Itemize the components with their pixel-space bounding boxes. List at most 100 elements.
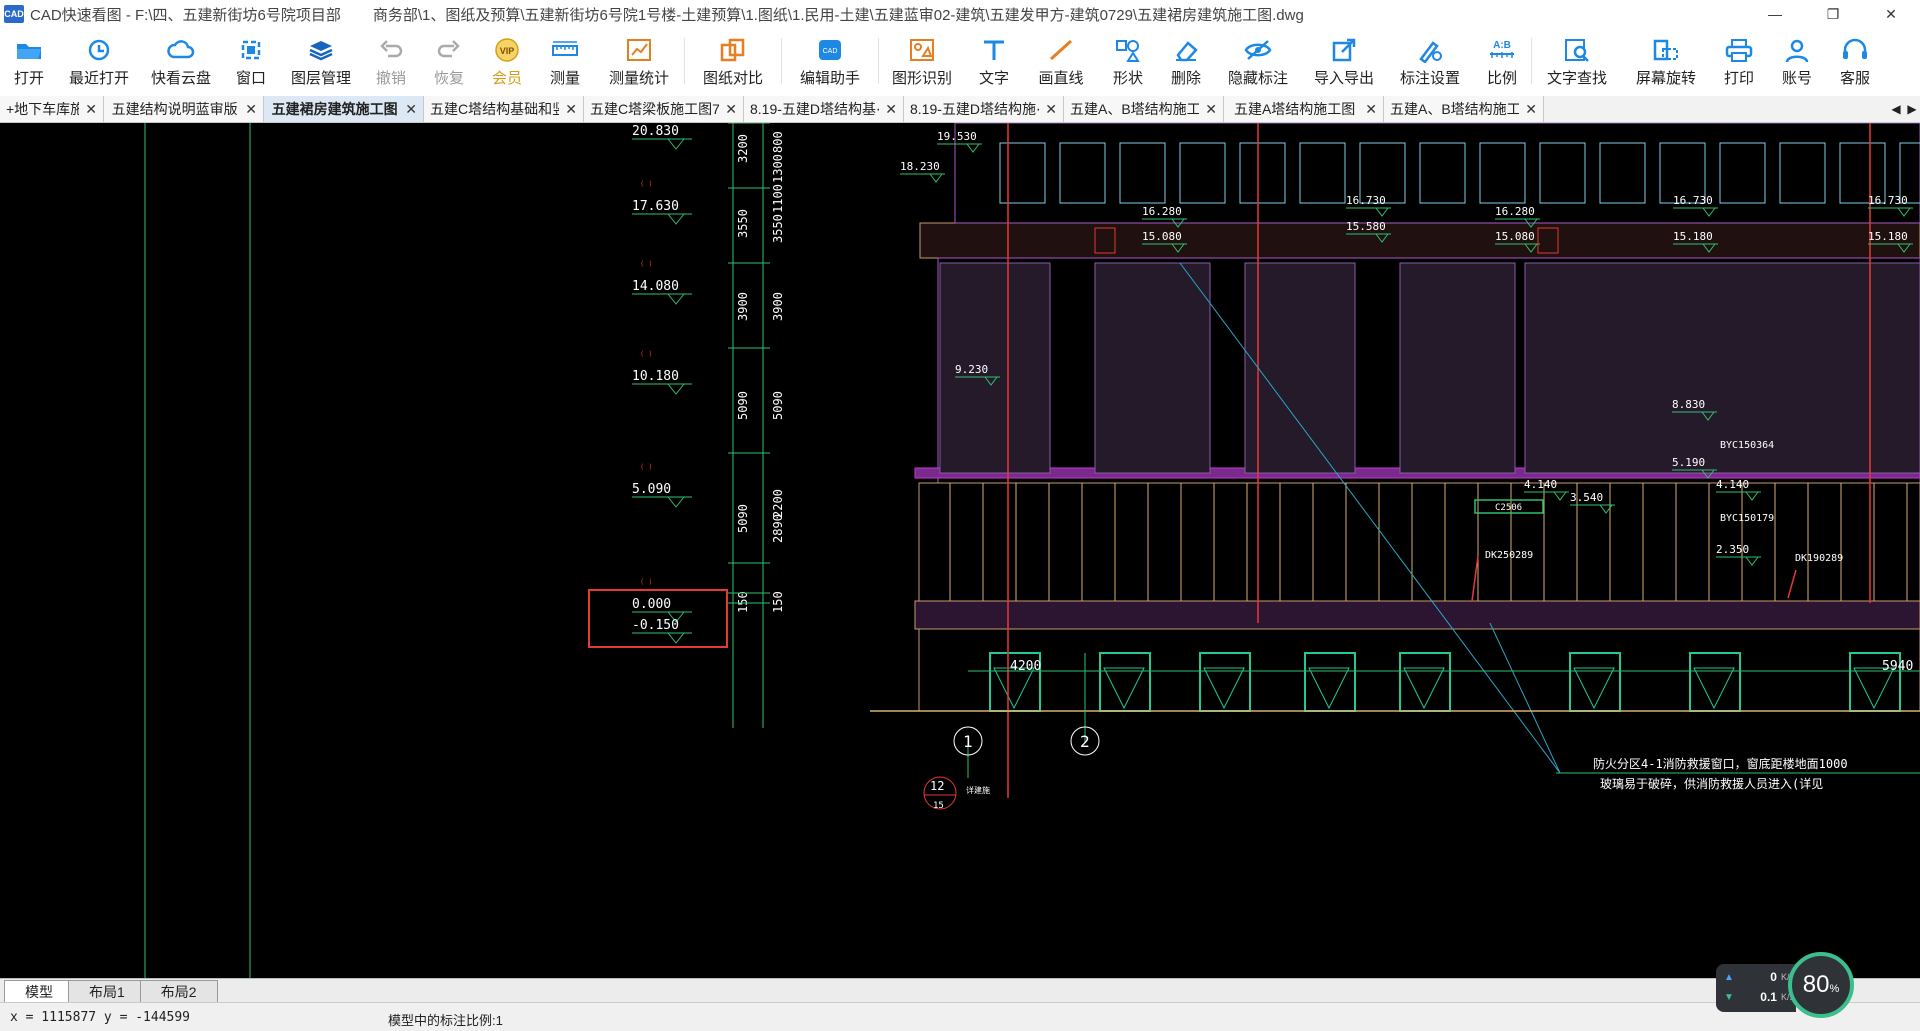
shape-recognize-icon [905,36,939,64]
toolbar-clock-history-button[interactable]: 最近打开 [58,28,140,88]
memory-usage-gauge[interactable]: 80% [1788,952,1854,1018]
window-file-path: 商务部\1、图纸及预算\五建新街坊6号院1号楼-土建预算\1.图纸\1.民用-土… [372,6,1304,24]
tag-label: DK190289 [1795,553,1843,564]
toolbar-account-button[interactable]: 账号 [1768,28,1826,88]
shape-icon [1111,36,1145,64]
toolbar-hide-annotation-button[interactable]: 隐藏标注 [1215,28,1301,88]
tab-close-icon[interactable]: ✕ [1525,101,1537,118]
window-frame [1479,142,1526,204]
toolbar-measure-stats-button[interactable]: 测量统计 [594,28,684,88]
toolbar-label: 会员 [491,70,522,87]
close-window-button[interactable]: ✕ [1862,0,1920,28]
svg-text:CAD: CAD [823,48,838,55]
import-export-icon [1327,36,1361,64]
document-tab[interactable]: +地下车库施⋯ ✕ [0,96,104,122]
window-frame [1299,142,1346,204]
elevation-label: 16.280 [1142,205,1182,218]
toolbar-window-button[interactable]: 窗口 [222,28,280,88]
layout-tabs: 模型 布局1 布局2 [0,978,1920,1003]
tab-next-icon[interactable]: ▶ [1907,102,1916,116]
toolbar-label: 形状 [1112,70,1143,87]
toolbar-line-button[interactable]: 画直线 [1023,28,1099,88]
elevation-label: 18.230 [900,160,940,173]
layout-tab[interactable]: 模型 [4,980,74,1003]
tab-close-icon[interactable]: ✕ [1205,101,1217,118]
document-tab[interactable]: 五建C塔结构基础和竖⋯ ✕ [424,96,584,122]
network-speed-widget[interactable]: ▲ 0 K/s ▼ 0.1 K/s 80% [1716,952,1866,1018]
window-frame [1779,142,1826,204]
toolbar-vip-button[interactable]: VIP 会员 [478,28,536,88]
dimension-label: 1100 [771,184,785,213]
cad-line [1524,491,1569,501]
elevation-label: 15.180 [1868,230,1908,243]
toolbar-shape-button[interactable]: 形状 [1099,28,1157,88]
elevation-red-mark: ( ) [640,260,653,268]
grid-axis-label: 2 [1080,732,1090,751]
toolbar-undo-button[interactable]: 撤销 [362,28,420,88]
tab-close-icon[interactable]: ✕ [725,101,737,118]
document-tab[interactable]: 五建A、B塔结构施工图 ✕ [1064,96,1224,122]
tab-label: 五建A、B塔结构施工图 [1390,101,1519,117]
tab-close-icon[interactable]: ✕ [405,101,417,118]
toolbar-label: 标注设置 [1399,70,1460,87]
hatched-panel [1094,262,1211,474]
minimize-button[interactable]: — [1746,0,1804,28]
tab-close-icon[interactable]: ✕ [885,101,897,118]
annotation-note: 防火分区4-1消防救援窗口，窗底距楼地面1000 [1593,756,1848,771]
document-tab[interactable]: 8.19-五建D塔结构施⋯ ✕ [904,96,1064,122]
toolbar-label: 最近打开 [68,70,129,87]
document-tab[interactable]: 五建裙房建筑施工图 ✕ [264,96,424,122]
toolbar-scale-button[interactable]: A:B 比例 [1473,28,1531,88]
toolbar-label: 账号 [1781,70,1812,87]
tab-close-icon[interactable]: ✕ [1045,101,1057,118]
document-tab[interactable]: 五建结构说明蓝审版 ✕ [104,96,264,122]
tab-prev-icon[interactable]: ◀ [1891,102,1900,116]
toolbar-printer-button[interactable]: 打印 [1710,28,1768,88]
cad-line [667,383,685,395]
toolbar-redo-button[interactable]: 恢复 [420,28,478,88]
toolbar-eraser-button[interactable]: 删除 [1157,28,1215,88]
vip-icon: VIP [490,36,524,64]
storefront-band [914,600,1920,630]
toolbar-edit-assistant-button[interactable]: CAD 编辑助手 [782,28,878,88]
document-tab[interactable]: 五建C塔梁板施工图7. ⋯ ✕ [584,96,744,122]
tab-close-icon[interactable]: ✕ [1365,101,1377,118]
elevation-label: 10.180 [632,369,679,384]
toolbar-rotate-screen-button[interactable]: 屏幕旋转 [1622,28,1710,88]
tab-close-icon[interactable]: ✕ [245,101,257,118]
toolbar-layers-button[interactable]: 图层管理 [280,28,362,88]
door-swing [1308,667,1350,710]
toolbar-text-button[interactable]: 文字 [965,28,1023,88]
tab-scroll-nav: ◀ ▶ [1888,96,1920,122]
drawing-canvas[interactable]: 20.830 ( ) 17.630 ( ) 14.080 ( ) 10.180 ( ) 5.09… [0,123,1920,978]
elevation-label: 2.350 [1716,543,1749,556]
toolbar-headset-button[interactable]: 客服 [1826,28,1884,88]
tab-label: +地下车库施⋯ [6,101,79,117]
toolbar-shape-recognize-button[interactable]: 图形识别 [879,28,965,88]
tab-close-icon[interactable]: ✕ [85,101,97,118]
layout-tab[interactable]: 布局1 [68,980,146,1003]
hatched-panel [1399,262,1516,474]
document-tab[interactable]: 五建A塔结构施工图 ✕ [1224,96,1384,122]
restore-button[interactable]: ❐ [1804,0,1862,28]
elevation-label: 8.830 [1672,398,1705,411]
toolbar-ruler-button[interactable]: 测量 [536,28,594,88]
door-swing [993,667,1035,710]
tab-close-icon[interactable]: ✕ [565,101,577,118]
hatched-panel [1244,262,1356,474]
toolbar-compare-button[interactable]: 图纸对比 [685,28,781,88]
toolbar-folder-open-button[interactable]: 打开 [0,28,58,88]
toolbar-import-export-button[interactable]: 导入导出 [1301,28,1387,88]
toolbar-text-search-button[interactable]: 文字查找 [1532,28,1622,88]
toolbar-annotation-settings-button[interactable]: 标注设置 [1387,28,1473,88]
toolbar-cloud-button[interactable]: 快看云盘 [140,28,222,88]
document-tab[interactable]: 8.19-五建D塔结构基⋯ ✕ [744,96,904,122]
redo-icon [432,36,466,64]
download-speed: ▼ 0.1 K/s [1724,990,1794,1004]
layout-tab[interactable]: 布局2 [139,980,218,1003]
document-tab[interactable]: 五建A、B塔结构施工图 ✕ [1384,96,1544,122]
text-search-icon [1560,36,1594,64]
elevation-red-mark: ( ) [640,350,653,358]
download-arrow-icon: ▼ [1724,991,1734,1003]
upload-arrow-icon: ▲ [1724,971,1734,983]
